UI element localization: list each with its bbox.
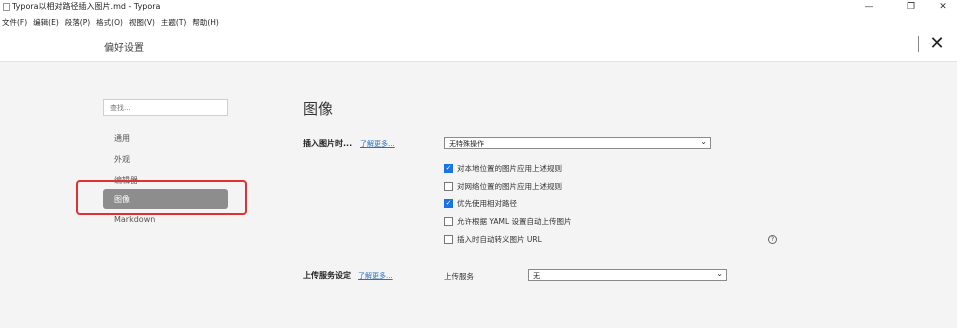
minimize-icon[interactable]: — [854, 0, 884, 14]
menu-format[interactable]: 格式(O) [93, 14, 126, 29]
chevron-down-icon: ⌄ [700, 137, 707, 146]
option-label: 对网络位置的图片应用上述规则 [457, 181, 562, 191]
checkbox-checked-icon[interactable]: ✓ [444, 163, 453, 173]
menu-bar: 文件(F) 编辑(E) 段落(P) 格式(O) 视图(V) 主题(T) 帮助(H… [0, 14, 957, 29]
close-window-icon[interactable]: ✕ [928, 0, 957, 14]
checkbox-icon[interactable] [444, 216, 453, 226]
upload-service-select[interactable]: 无 ⌄ [528, 269, 727, 281]
menu-help[interactable]: 帮助(H) [189, 14, 222, 29]
window-titlebar: Typora以相对路径插入图片.md - Typora — ❐ ✕ [0, 0, 957, 14]
option-label: 对本地位置的图片应用上述规则 [457, 163, 562, 173]
close-preferences-icon[interactable]: ✕ [926, 33, 948, 55]
option-yaml-upload[interactable]: 允许根据 YAML 设置自动上传图片 [444, 215, 572, 227]
chevron-down-icon: ⌄ [716, 269, 723, 278]
app-icon [3, 3, 10, 11]
header-divider [918, 36, 919, 52]
checkbox-checked-icon[interactable]: ✓ [444, 198, 453, 208]
window-title: Typora以相对路径插入图片.md - Typora [12, 2, 161, 11]
menu-edit[interactable]: 编辑(E) [30, 14, 62, 29]
option-label: 插入时自动转义图片 URL [457, 234, 542, 244]
option-escape-url[interactable]: 插入时自动转义图片 URL [444, 233, 542, 245]
menu-paragraph[interactable]: 段落(P) [62, 14, 93, 29]
menu-file[interactable]: 文件(F) [0, 14, 30, 29]
maximize-icon[interactable]: ❐ [896, 0, 926, 14]
option-network-images[interactable]: 对网络位置的图片应用上述规则 [444, 180, 562, 192]
option-label: 允许根据 YAML 设置自动上传图片 [457, 216, 572, 226]
preferences-header: 偏好设置 ✕ [0, 29, 957, 62]
insert-action-value: 无特殊操作 [449, 140, 484, 148]
insert-image-label: 插入图片时... [303, 139, 353, 148]
menu-view[interactable]: 视图(V) [126, 14, 158, 29]
learn-more-link[interactable]: 了解更多... [360, 139, 395, 149]
highlight-annotation [76, 180, 247, 215]
sidebar-item-general[interactable]: 通用 [114, 133, 130, 144]
menu-theme[interactable]: 主题(T) [158, 14, 189, 29]
upload-service-label: 上传服务 [444, 272, 474, 281]
sidebar-item-markdown[interactable]: Markdown [114, 215, 155, 224]
option-label: 优先使用相对路径 [457, 198, 517, 208]
search-input[interactable] [103, 99, 228, 116]
upload-service-settings-label: 上传服务设定 [303, 271, 351, 280]
option-relative-path[interactable]: ✓ 优先使用相对路径 [444, 197, 517, 209]
checkbox-icon[interactable] [444, 181, 453, 191]
upload-learn-more-link[interactable]: 了解更多... [358, 271, 393, 281]
upload-service-value: 无 [533, 272, 540, 280]
option-local-images[interactable]: ✓ 对本地位置的图片应用上述规则 [444, 162, 562, 174]
section-title: 图像 [303, 100, 334, 118]
sidebar-item-appearance[interactable]: 外观 [114, 154, 130, 165]
checkbox-icon[interactable] [444, 234, 453, 244]
help-icon[interactable]: ? [768, 235, 777, 244]
insert-action-select[interactable]: 无特殊操作 ⌄ [444, 137, 711, 149]
page-title: 偏好设置 [104, 43, 144, 54]
